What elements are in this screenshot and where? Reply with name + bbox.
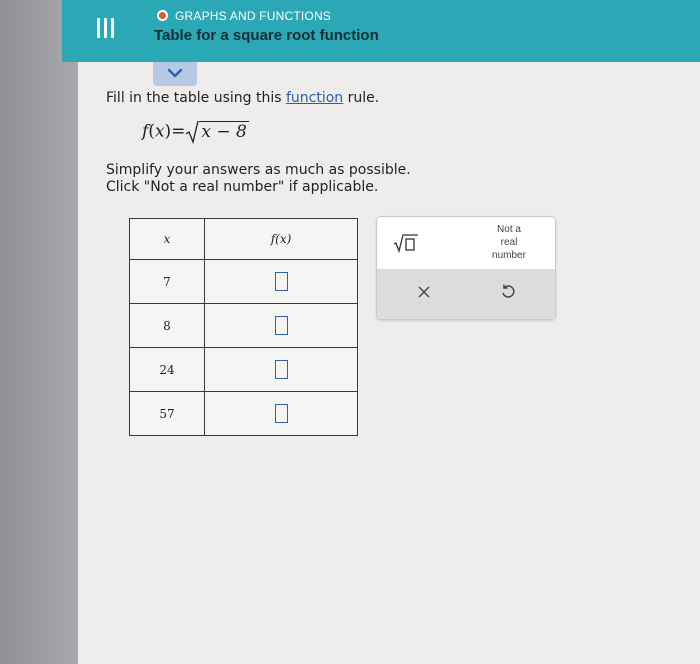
answer-input[interactable] — [274, 360, 288, 379]
chevron-down-icon — [167, 68, 183, 78]
undo-button[interactable] — [500, 283, 516, 303]
page-title: Table for a square root function — [154, 27, 379, 44]
header-fx: f(x) — [204, 218, 358, 260]
header-bar: GRAPHS AND FUNCTIONS Table for a square … — [62, 0, 700, 62]
answer-input[interactable] — [274, 404, 288, 423]
formula-var: x — [154, 121, 165, 142]
table-row: 24 — [129, 347, 358, 392]
x-cell: 7 — [129, 259, 205, 304]
x-cell: 8 — [129, 303, 205, 348]
not-real-label: Not a — [497, 224, 521, 235]
formula-radicand: x − 8 — [199, 120, 249, 142]
collapse-toggle[interactable] — [153, 62, 197, 86]
value-table: x f(x) 7 8 24 57 — [129, 218, 358, 436]
header-x: x — [129, 218, 205, 260]
instruction-text: Fill in the table using this function ru… — [106, 90, 379, 106]
table-header-row: x f(x) — [129, 218, 358, 260]
x-cell: 24 — [129, 347, 205, 392]
topic-label: GRAPHS AND FUNCTIONS — [175, 9, 332, 23]
menu-button[interactable] — [94, 18, 116, 40]
table-row: 57 — [129, 391, 358, 436]
menu-bar-icon — [104, 18, 107, 38]
topic-status-icon — [157, 10, 168, 21]
square-root-icon — [393, 234, 418, 254]
direction-line: Simplify your answers as much as possibl… — [106, 162, 411, 178]
fx-cell — [204, 347, 358, 392]
x-cell: 57 — [129, 391, 205, 436]
fx-cell — [204, 303, 358, 348]
answer-input[interactable] — [274, 272, 288, 291]
formula-fn: f — [142, 121, 149, 142]
function-rule: f(x)= x − 8 — [142, 120, 249, 145]
radical-sign-icon — [186, 120, 200, 145]
table-row: 8 — [129, 303, 358, 348]
undo-icon — [502, 284, 515, 298]
direction-line: Click "Not a real number" if applicable. — [106, 179, 379, 195]
not-real-label: number — [492, 250, 526, 261]
not-real-label: real — [500, 237, 518, 248]
keypad-actions — [377, 269, 555, 319]
answer-keypad: Not a real number — [376, 216, 556, 320]
left-gray-strip — [0, 0, 78, 664]
instruction-prefix: Fill in the table using this — [106, 90, 286, 106]
not-real-number-button[interactable]: Not a real number — [469, 223, 549, 262]
clear-button[interactable] — [417, 284, 431, 303]
answer-input[interactable] — [274, 316, 288, 335]
fx-cell — [204, 391, 358, 436]
square-root-button[interactable] — [393, 233, 419, 257]
menu-bar-icon — [97, 18, 100, 38]
fx-cell — [204, 259, 358, 304]
directions: Simplify your answers as much as possibl… — [106, 162, 411, 196]
function-link[interactable]: function — [286, 90, 343, 106]
clear-x-icon — [418, 286, 430, 298]
instruction-suffix: rule. — [343, 90, 380, 106]
table-row: 7 — [129, 259, 358, 304]
menu-bar-icon — [111, 18, 114, 38]
main-content: Fill in the table using this function ru… — [78, 62, 700, 664]
